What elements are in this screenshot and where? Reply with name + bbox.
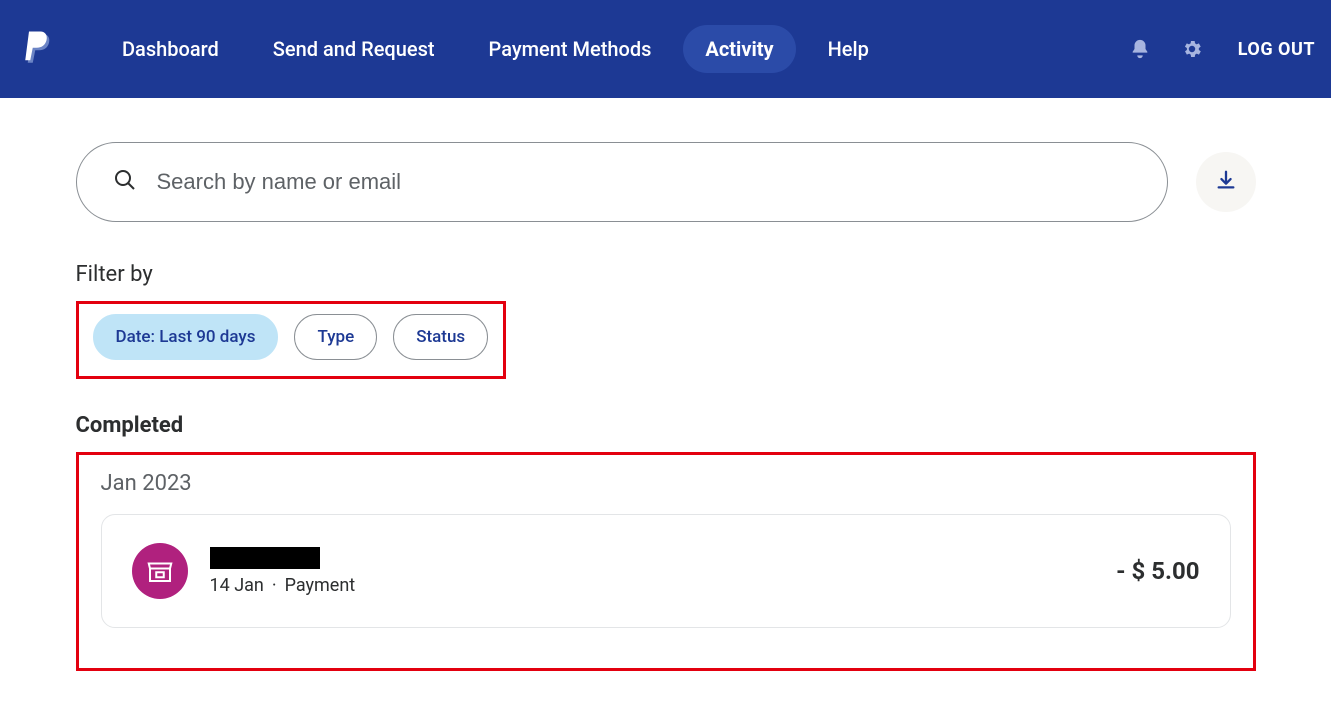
search-box[interactable] [76, 142, 1168, 222]
nav-payment-methods[interactable]: Payment Methods [467, 25, 674, 73]
filter-chip-date[interactable]: Date: Last 90 days [93, 314, 279, 360]
merchant-icon [132, 543, 188, 599]
download-icon [1215, 169, 1237, 195]
completed-heading: Completed [76, 413, 1256, 438]
logout-button[interactable]: LOG OUT [1238, 39, 1315, 60]
nav-dashboard[interactable]: Dashboard [100, 25, 241, 73]
main-nav: Dashboard Send and Request Payment Metho… [100, 25, 891, 73]
filter-chip-status[interactable]: Status [393, 314, 488, 360]
nav-help[interactable]: Help [806, 25, 891, 73]
search-input[interactable] [157, 169, 1131, 195]
transaction-info: 14 Jan·Payment [210, 547, 356, 596]
transaction-meta: 14 Jan·Payment [210, 575, 356, 596]
paypal-logo[interactable] [22, 29, 56, 69]
activity-content: Filter by Date: Last 90 days Type Status… [76, 98, 1256, 671]
transaction-row[interactable]: 14 Jan·Payment - $ 5.00 [101, 514, 1231, 628]
nav-activity[interactable]: Activity [683, 25, 795, 73]
transaction-amount: - $ 5.00 [1116, 557, 1199, 585]
filter-label: Filter by [76, 262, 1256, 287]
transactions-highlight: Jan 2023 14 Jan·Payment - $ 5.00 [76, 452, 1256, 671]
month-label: Jan 2023 [101, 471, 1231, 496]
filter-chip-type[interactable]: Type [294, 314, 377, 360]
filter-section: Filter by Date: Last 90 days Type Status [76, 262, 1256, 379]
transaction-type: Payment [285, 575, 356, 596]
gear-icon[interactable] [1180, 37, 1204, 61]
search-row [76, 142, 1256, 222]
header-actions: LOG OUT [1128, 37, 1315, 61]
search-icon [113, 168, 137, 196]
download-button[interactable] [1196, 152, 1256, 212]
nav-send-request[interactable]: Send and Request [251, 25, 457, 73]
filter-chips-highlight: Date: Last 90 days Type Status [76, 301, 506, 379]
bell-icon[interactable] [1128, 37, 1152, 61]
transaction-payee-redacted [210, 547, 320, 569]
top-nav: Dashboard Send and Request Payment Metho… [0, 0, 1331, 98]
transaction-date: 14 Jan [210, 575, 264, 596]
